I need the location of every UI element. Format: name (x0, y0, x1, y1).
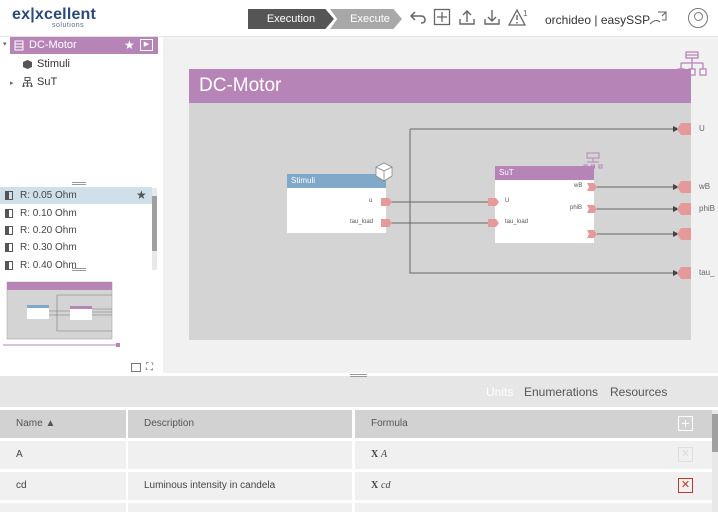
tree-item-dc-motor[interactable]: DC-Motor ★ ▶ (10, 37, 158, 54)
table-row[interactable] (128, 503, 352, 512)
port-label: U (505, 198, 510, 204)
diagram-title: DC-Motor (189, 69, 691, 103)
table-cell-name[interactable]: cd (0, 472, 126, 500)
run-icon[interactable]: ▶ (140, 39, 153, 51)
favorite-star-icon[interactable]: ★ (136, 187, 147, 204)
delete-row-icon[interactable]: ✕ (678, 478, 693, 493)
tab-enumerations[interactable]: Enumerations (524, 385, 598, 399)
user-avatar-icon[interactable] (688, 8, 708, 28)
product-name: orchideo | easySSP (545, 13, 651, 27)
bottom-tab-bar: Units Enumerations Resources (0, 379, 718, 407)
tree-item-label: Stimuli (37, 58, 71, 70)
alert-count: 1 (523, 9, 528, 18)
table-scrollbar[interactable] (712, 410, 718, 512)
add-icon[interactable] (432, 8, 452, 28)
parameter-set-icon (5, 261, 13, 270)
variant-label: R: 0.20 Ohm (20, 225, 77, 236)
tree-item-label: SuT (37, 76, 58, 88)
minimap-preview (3, 281, 120, 347)
execute-button[interactable]: Execute (330, 9, 402, 29)
output-label: wB (699, 182, 711, 191)
column-header-formula[interactable]: Formula (355, 410, 712, 438)
table-row[interactable] (0, 503, 126, 512)
variant-item[interactable]: R: 0.10 Ohm (0, 205, 152, 222)
variant-scrollbar[interactable] (152, 188, 157, 270)
component-cube-icon (22, 59, 33, 76)
parameter-set-icon (5, 209, 13, 218)
parameter-set-icon (5, 226, 13, 235)
sut-block-title: SuT (499, 168, 514, 177)
system-hierarchy-icon (22, 77, 33, 94)
column-header-description[interactable]: Description (128, 410, 352, 438)
favorite-star-icon[interactable]: ★ (124, 37, 135, 54)
output-label: U (699, 124, 705, 133)
variant-scrollbar-thumb[interactable] (152, 196, 157, 251)
variant-label: R: 0.30 Ohm (20, 242, 77, 253)
port-label: tau_load (505, 219, 529, 225)
tab-units[interactable]: Units (486, 385, 513, 399)
column-header-name[interactable]: Name ▲ (0, 410, 126, 438)
diagram-minimap[interactable]: ⛶ (0, 273, 160, 373)
variant-label: R: 0.05 Ohm (20, 190, 77, 201)
fit-view-icon[interactable] (131, 363, 141, 372)
table-scrollbar-thumb[interactable] (712, 414, 718, 452)
port-label: phiB (570, 205, 583, 211)
company-logo-subtitle: solutions (52, 22, 85, 29)
table-cell-formula[interactable]: X cd (355, 472, 712, 500)
output-label: tau_ (699, 268, 715, 277)
model-tree: ▾ DC-Motor ★ ▶ Stimuli ▸ SuT (0, 37, 160, 177)
formula-prefix: X (371, 449, 379, 460)
variant-item[interactable]: R: 0.30 Ohm (0, 239, 152, 256)
variant-item[interactable]: R: 0.20 Ohm (0, 222, 152, 239)
parameter-set-icon (5, 191, 13, 200)
tree-splitter-handle[interactable] (72, 182, 86, 185)
top-bar: ex|xcellent solutions Execution Execute … (0, 0, 718, 37)
warning-icon[interactable]: 1 (507, 8, 528, 28)
panel-splitter-handle[interactable] (350, 374, 367, 377)
diagram-connections (287, 123, 691, 279)
add-unit-button[interactable]: + (678, 416, 693, 431)
table-cell-description[interactable] (128, 441, 352, 469)
formula-prefix: X (371, 480, 379, 491)
parameter-set-icon (5, 243, 13, 252)
delete-row-icon[interactable]: ✕ (678, 447, 693, 462)
output-label: phiB (699, 204, 716, 213)
undo-icon[interactable] (408, 8, 428, 28)
table-cell-formula[interactable]: X A (355, 441, 712, 469)
tree-collapse-toggle[interactable]: ▾ (3, 40, 7, 48)
product-logo-icon (648, 8, 670, 33)
fullscreen-icon[interactable]: ⛶ (146, 362, 153, 373)
tree-expand-toggle[interactable]: ▸ (10, 79, 14, 87)
variant-splitter-handle[interactable] (72, 268, 86, 271)
port-label: u (369, 198, 373, 204)
formula-variable: cd (381, 480, 391, 491)
variant-item[interactable]: R: 0.05 Ohm ★ (0, 187, 152, 204)
table-cell-name[interactable]: A (0, 441, 126, 469)
units-table: Name ▲ Description Formula + A X A ✕ cd … (0, 410, 712, 512)
table-cell-description[interactable]: Luminous intensity in candela (128, 472, 352, 500)
variant-label: R: 0.40 Ohm (20, 260, 77, 271)
formula-variable: A (381, 449, 388, 460)
variant-label: R: 0.10 Ohm (20, 208, 77, 219)
variant-item[interactable]: R: 0.40 Ohm (0, 257, 152, 274)
sut-hierarchy-icon (583, 152, 603, 169)
upload-icon[interactable] (457, 8, 477, 28)
system-icon (14, 40, 24, 57)
port-label: tau_load (350, 219, 374, 225)
execution-breadcrumb[interactable]: Execution (248, 9, 334, 29)
download-icon[interactable] (482, 8, 502, 28)
table-row[interactable] (355, 503, 712, 512)
stimuli-block-title: Stimuli (291, 176, 316, 185)
parameter-set-list: R: 0.05 Ohm ★ R: 0.10 Ohm R: 0.20 Ohm R:… (0, 186, 160, 272)
tree-item-label: DC-Motor (29, 39, 77, 51)
port-label: wB (574, 183, 583, 189)
tab-resources[interactable]: Resources (610, 385, 667, 399)
